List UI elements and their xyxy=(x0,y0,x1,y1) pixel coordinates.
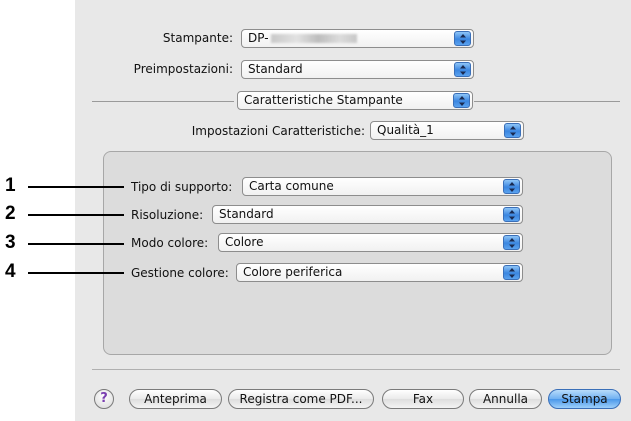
popup-arrows-icon xyxy=(503,265,520,280)
media-type-label: Tipo di supporto: xyxy=(131,180,233,194)
printer-popup[interactable]: DP- xyxy=(241,29,474,48)
media-type-value: Carta comune xyxy=(249,179,334,193)
printer-label: Stampante: xyxy=(162,31,233,45)
popup-arrows-icon xyxy=(503,235,520,250)
panel-selector-popup[interactable]: Caratteristiche Stampante xyxy=(237,91,473,110)
presets-popup[interactable]: Standard xyxy=(241,60,474,79)
popup-arrows-icon xyxy=(503,207,520,222)
popup-arrows-icon xyxy=(504,123,521,138)
callout-line-2 xyxy=(28,214,124,216)
separator-left xyxy=(92,101,234,102)
save-as-pdf-button[interactable]: Registra come PDF... xyxy=(228,389,374,409)
media-type-popup[interactable]: Carta comune xyxy=(242,177,523,196)
resolution-value: Standard xyxy=(219,207,274,221)
presets-value: Standard xyxy=(248,62,303,76)
popup-arrows-icon xyxy=(454,62,471,77)
print-dialog-screenshot: Stampante: DP- Preimpostazioni: Standard… xyxy=(0,0,631,421)
presets-label: Preimpostazioni: xyxy=(133,62,233,76)
print-button[interactable]: Stampa xyxy=(548,389,621,409)
popup-arrows-icon xyxy=(453,93,470,108)
callout-line-3 xyxy=(28,243,124,245)
color-management-value: Colore periferica xyxy=(243,265,343,279)
printer-name-redacted xyxy=(270,34,357,43)
callout-number-3: 3 xyxy=(5,232,16,253)
callout-number-4: 4 xyxy=(5,261,16,282)
separator-right xyxy=(474,101,620,102)
fax-button[interactable]: Fax xyxy=(382,389,464,409)
preview-button[interactable]: Anteprima xyxy=(129,389,222,409)
resolution-popup[interactable]: Standard xyxy=(212,205,523,224)
color-mode-popup[interactable]: Colore xyxy=(218,233,523,252)
feature-set-popup[interactable]: Qualità_1 xyxy=(370,121,524,140)
color-management-label: Gestione colore: xyxy=(131,266,229,280)
popup-arrows-icon xyxy=(503,179,520,194)
color-management-popup[interactable]: Colore periferica xyxy=(236,263,523,282)
feature-set-label: Impostazioni Caratteristiche: xyxy=(191,124,365,138)
panel-selector-value: Caratteristiche Stampante xyxy=(244,93,403,107)
printer-value: DP- xyxy=(248,31,269,45)
callout-line-4 xyxy=(28,272,124,274)
callout-number-1: 1 xyxy=(5,175,16,196)
resolution-label: Risoluzione: xyxy=(131,208,204,222)
feature-set-value: Qualità_1 xyxy=(377,123,434,137)
color-mode-value: Colore xyxy=(225,235,264,249)
callout-line-1 xyxy=(28,186,124,188)
popup-arrows-icon xyxy=(454,31,471,46)
color-mode-label: Modo colore: xyxy=(131,236,209,250)
help-button[interactable]: ? xyxy=(94,389,114,409)
bottom-separator xyxy=(92,369,620,370)
callout-number-2: 2 xyxy=(5,203,16,224)
cancel-button[interactable]: Annulla xyxy=(469,389,542,409)
